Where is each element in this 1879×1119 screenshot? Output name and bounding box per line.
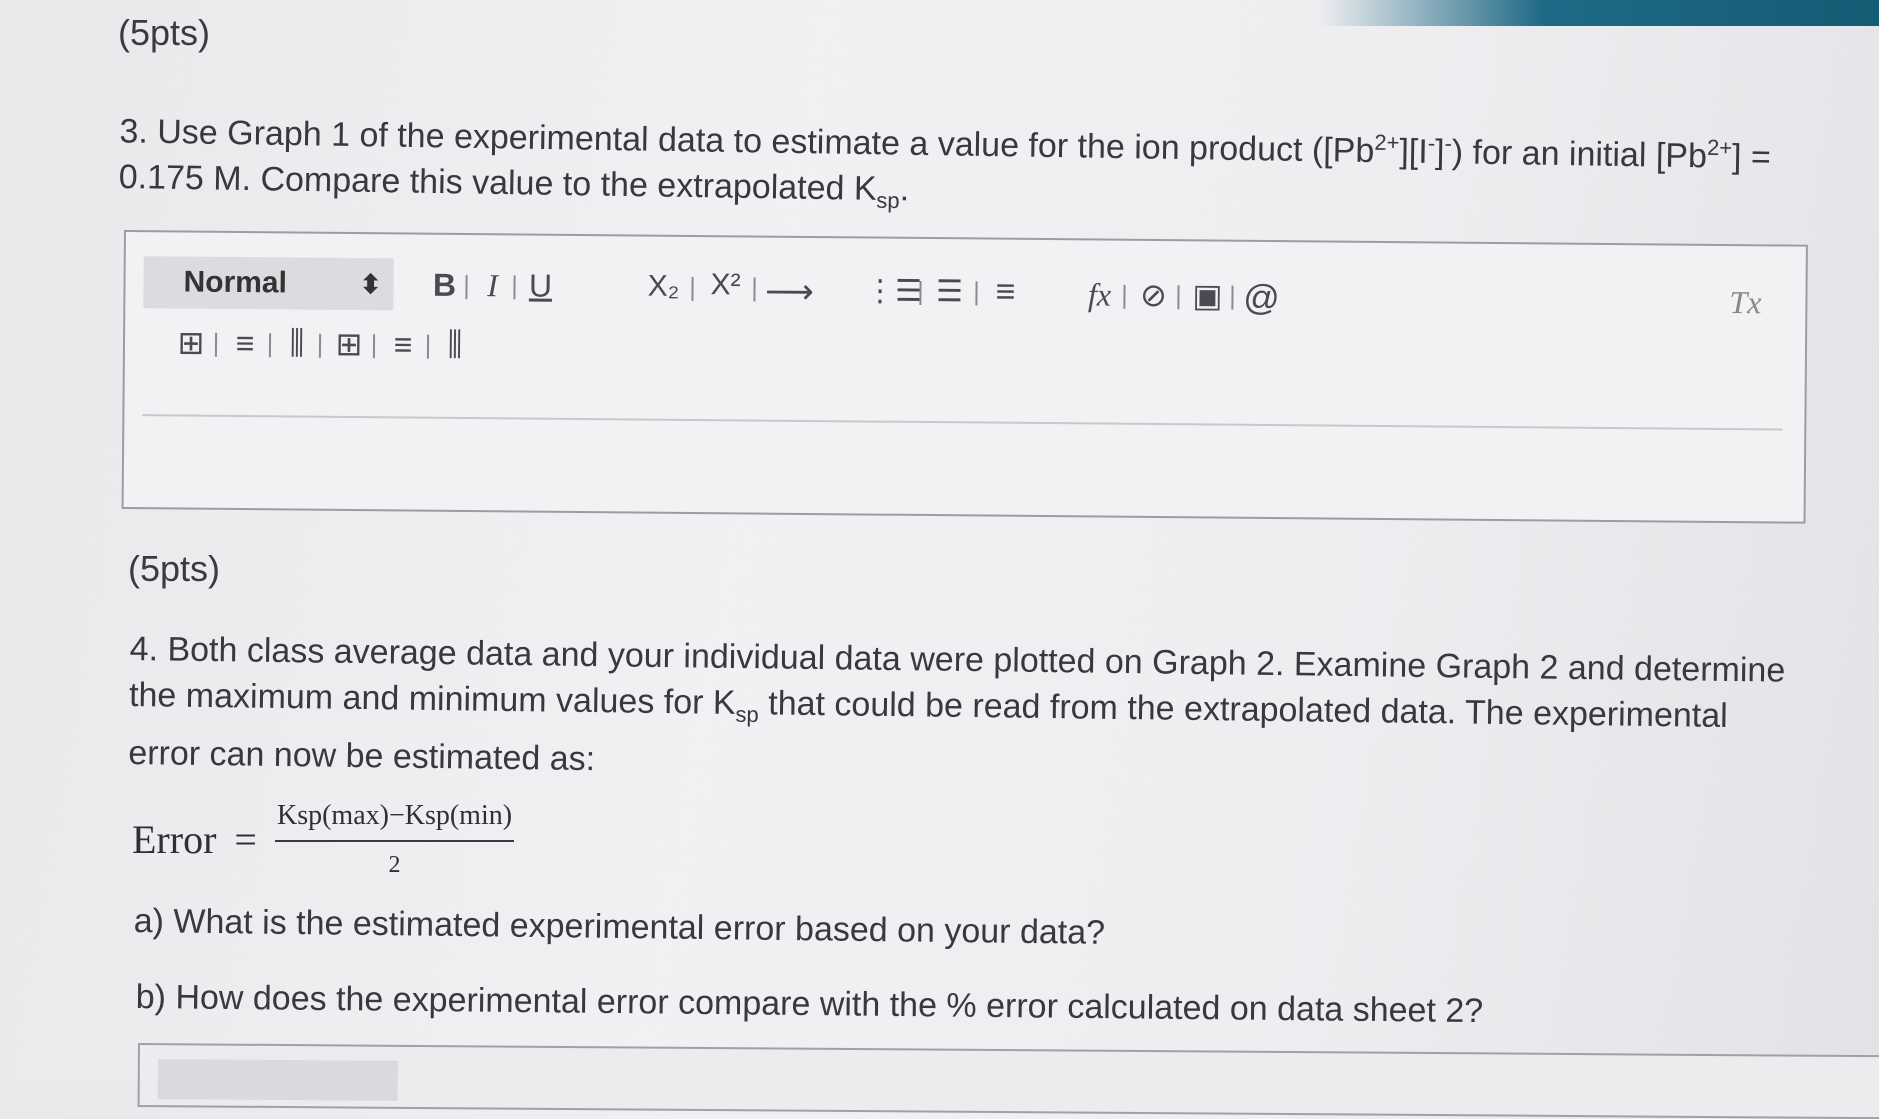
select-arrows-icon: ⬍ [359, 268, 382, 299]
arrow-insert-button[interactable]: ⟶ [761, 270, 817, 314]
italic-button[interactable]: I [477, 263, 507, 307]
formula-equals: = [234, 817, 257, 862]
ordered-list-button[interactable]: ⋮☰ [865, 269, 922, 313]
toolbar-separator [318, 333, 322, 358]
q3-points-label: (5pts) [118, 12, 211, 53]
toolbar-separator [975, 281, 978, 306]
q3-text: 3. Use Graph 1 of the experimental data … [118, 100, 1840, 239]
formula-denominator: 2 [388, 852, 401, 878]
toolbar-separator [691, 276, 694, 301]
toolbar-separator [753, 277, 756, 302]
toolbar-separator [513, 275, 516, 300]
superscript-button[interactable]: X² [703, 263, 747, 307]
q3-answer-editor[interactable]: Normal ⬍ B I U X₂ X² ⟶ ⋮☰ ☰ ≡ fx ⊘ ▣ @ T… [121, 230, 1808, 524]
merge-cells-icon[interactable]: ⊞ [329, 322, 369, 366]
toolbar-separator [1177, 285, 1180, 310]
q4-part-b: b) How does the experimental error compa… [135, 977, 1484, 1031]
toolbar-separator [1231, 285, 1234, 310]
insert-column-icon[interactable]: ⫼ [279, 321, 315, 365]
underline-button[interactable]: U [525, 264, 555, 308]
editor-content-area[interactable] [124, 416, 1805, 519]
attachment-icon[interactable]: @ [1239, 276, 1283, 320]
bold-button[interactable]: B [429, 263, 459, 307]
delete-column-icon[interactable]: ⫼ [437, 323, 473, 367]
unordered-list-button[interactable]: ☰ [929, 269, 969, 313]
formula-fraction: Ksp(max)−Ksp(min) 2 [274, 800, 515, 879]
formula-numerator: Ksp(max)−Ksp(min) [274, 800, 515, 842]
link-icon[interactable]: ⊘ [1133, 273, 1173, 317]
delete-row-icon[interactable]: ≡ [383, 322, 423, 366]
toolbar-separator [919, 280, 922, 305]
q4-answer-editor[interactable] [137, 1043, 1879, 1119]
subscript-button[interactable]: X₂ [641, 265, 685, 309]
formula-button[interactable]: fx [1079, 272, 1119, 316]
error-formula: Error = Ksp(max)−Ksp(min) 2 [132, 800, 515, 879]
toolbar-separator [426, 334, 430, 359]
insert-row-icon[interactable]: ≡ [225, 321, 265, 365]
paragraph-format-select[interactable]: Normal ⬍ [143, 256, 394, 311]
toolbar-separator [214, 332, 218, 357]
top-accent-bar [1319, 0, 1879, 26]
q4-part-a: a) What is the estimated experimental er… [133, 901, 1106, 952]
toolbar-separator [372, 334, 376, 359]
align-icon[interactable]: ≡ [985, 270, 1025, 314]
q4-points-label: (5pts) [128, 548, 221, 589]
image-icon[interactable]: ▣ [1187, 273, 1227, 317]
toolbar-separator [465, 274, 468, 299]
table-icon[interactable]: ⊞ [171, 320, 211, 364]
toolbar-separator [268, 333, 272, 358]
q4-text: 4. Both class average data and your indi… [128, 626, 1830, 798]
toolbar-separator [1123, 284, 1126, 309]
editor-toolbar: Normal ⬍ B I U X₂ X² ⟶ ⋮☰ ☰ ≡ fx ⊘ ▣ @ T… [142, 254, 1784, 431]
clear-format-button[interactable]: Tx [1723, 280, 1767, 324]
format-select-value: Normal [183, 265, 288, 300]
formula-lhs: Error [132, 817, 217, 862]
